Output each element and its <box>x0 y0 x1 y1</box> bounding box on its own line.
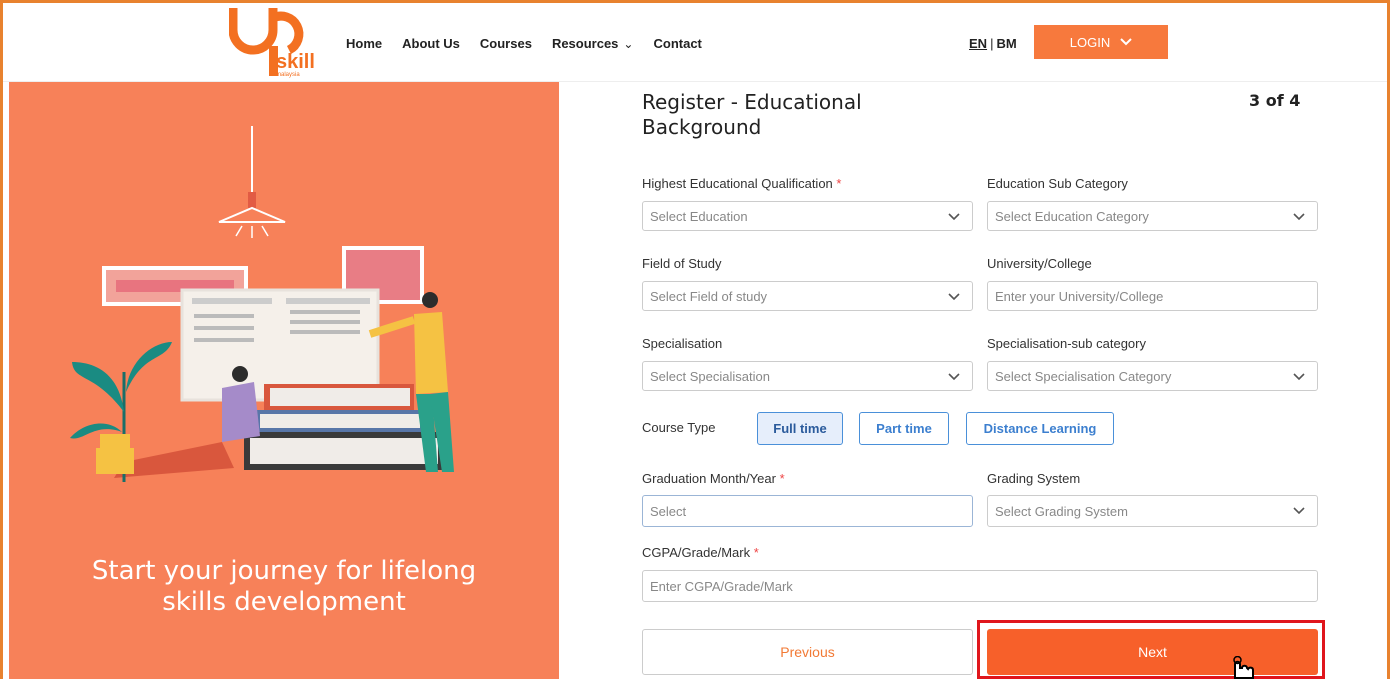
login-button[interactable]: LOGIN <box>1034 25 1168 59</box>
hand-pointer-cursor-icon <box>1233 656 1254 679</box>
specialisation-sub-label: Specialisation-sub category <box>987 336 1146 351</box>
graduation-date-input[interactable]: Select <box>642 495 973 527</box>
nav-courses[interactable]: Courses <box>480 36 532 51</box>
university-placeholder: Enter your University/College <box>995 288 1164 304</box>
chevron-down-icon <box>948 373 960 381</box>
specialisation-sub-select[interactable]: Select Specialisation Category <box>987 361 1318 391</box>
graduation-placeholder: Select <box>650 503 687 519</box>
tagline-line-1: Start your journey for lifelong <box>91 556 477 586</box>
course-type-label: Course Type <box>642 420 716 435</box>
course-type-distance-learning[interactable]: Distance Learning <box>966 412 1114 445</box>
required-asterisk: * <box>753 545 759 560</box>
nav-home[interactable]: Home <box>346 36 382 51</box>
lang-en[interactable]: EN <box>969 36 987 51</box>
cgpa-label-text: CGPA/Grade/Mark <box>642 545 751 560</box>
lang-separator: | <box>990 36 994 51</box>
course-type-full-time[interactable]: Full time <box>757 412 843 445</box>
education-sub-label: Education Sub Category <box>987 176 1128 191</box>
specialisation-sub-placeholder: Select Specialisation Category <box>995 368 1172 384</box>
chevron-down-icon <box>1120 38 1132 46</box>
cgpa-input[interactable]: Enter CGPA/Grade/Mark <box>642 570 1318 602</box>
specialisation-select[interactable]: Select Specialisation <box>642 361 973 391</box>
grading-label: Grading System <box>987 471 1081 486</box>
education-sub-select[interactable]: Select Education Category <box>987 201 1318 231</box>
highest-qualification-select[interactable]: Select Education <box>642 201 973 231</box>
top-header: skill malaysia Home About Us Courses Res… <box>3 3 1387 82</box>
tagline: Start your journey for lifelong skills d… <box>9 556 559 618</box>
chevron-down-icon: ⌄ <box>623 37 634 51</box>
specialisation-label: Specialisation <box>642 336 723 351</box>
chevron-down-icon <box>948 293 960 301</box>
cgpa-label: CGPA/Grade/Mark * <box>642 545 759 560</box>
chevron-down-icon <box>1293 373 1305 381</box>
chevron-down-icon <box>948 213 960 221</box>
left-promo-panel: Start your journey for lifelong skills d… <box>9 82 559 679</box>
course-type-part-time[interactable]: Part time <box>859 412 949 445</box>
highest-qualification-placeholder: Select Education <box>650 208 748 224</box>
specialisation-placeholder: Select Specialisation <box>650 368 770 384</box>
grading-select[interactable]: Select Grading System <box>987 495 1318 527</box>
required-asterisk: * <box>836 176 842 191</box>
step-indicator: 3 of 4 <box>1249 91 1301 110</box>
education-sub-placeholder: Select Education Category <box>995 208 1149 224</box>
university-label: University/College <box>987 256 1092 271</box>
nav-contact[interactable]: Contact <box>653 36 701 51</box>
chevron-down-icon <box>1293 213 1305 221</box>
education-illustration <box>70 126 454 482</box>
highest-qualification-label: Highest Educational Qualification * <box>642 176 841 191</box>
graduation-label: Graduation Month/Year * <box>642 471 785 486</box>
upskill-logo[interactable]: skill malaysia <box>229 8 324 78</box>
nav-resources-label: Resources <box>551 36 619 51</box>
highest-qualification-label-text: Highest Educational Qualification <box>642 176 833 191</box>
field-of-study-label: Field of Study <box>642 256 722 271</box>
login-label: LOGIN <box>1069 34 1111 50</box>
logo-subtext: malaysia <box>276 72 300 78</box>
cgpa-placeholder: Enter CGPA/Grade/Mark <box>650 578 793 594</box>
tagline-line-2: skills development <box>162 587 406 617</box>
field-of-study-placeholder: Select Field of study <box>650 288 768 304</box>
main-nav: Home About Us Courses Resources ⌄ Contact <box>346 36 702 51</box>
graduation-label-text: Graduation Month/Year <box>642 471 776 486</box>
next-button[interactable]: Next <box>987 629 1318 675</box>
nav-resources[interactable]: Resources ⌄ <box>552 36 634 51</box>
lang-bm[interactable]: BM <box>996 36 1016 51</box>
nav-about-us[interactable]: About Us <box>402 36 460 51</box>
university-input[interactable]: Enter your University/College <box>987 281 1318 311</box>
required-asterisk: * <box>779 471 785 486</box>
previous-button[interactable]: Previous <box>642 629 973 675</box>
language-switcher: EN | BM <box>969 36 1017 51</box>
form-title: Register - Educational Background <box>642 90 862 139</box>
logo-text: skill <box>276 51 315 73</box>
grading-placeholder: Select Grading System <box>995 503 1128 519</box>
field-of-study-select[interactable]: Select Field of study <box>642 281 973 311</box>
chevron-down-icon <box>1293 507 1305 515</box>
